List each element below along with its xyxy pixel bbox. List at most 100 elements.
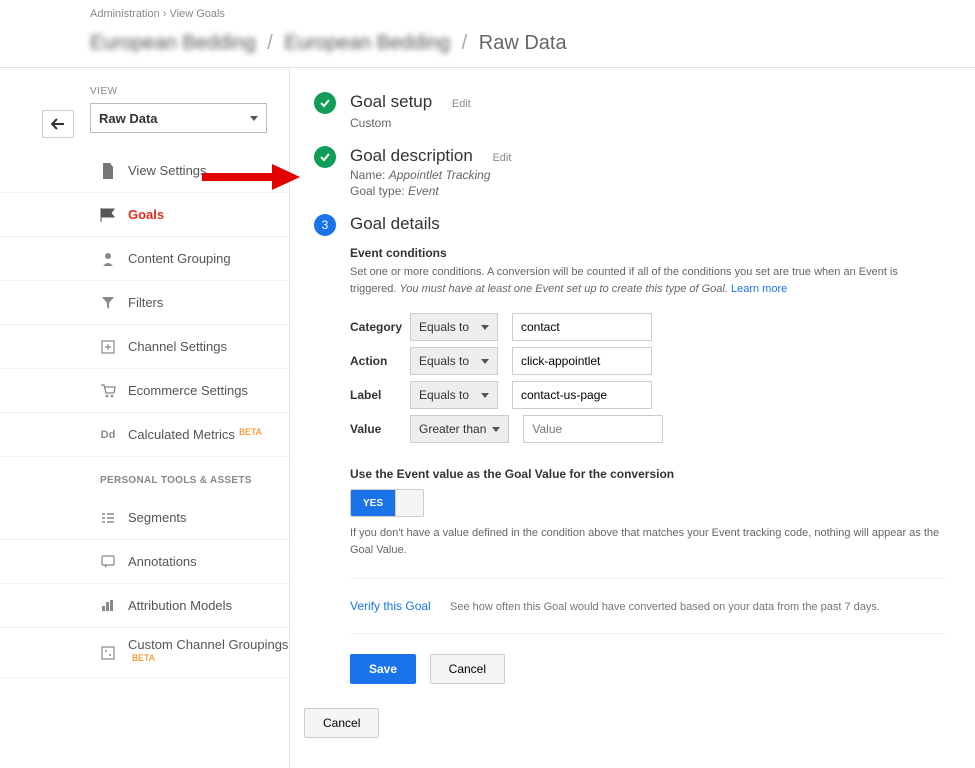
- sidebar-item-label: Filters: [128, 295, 163, 310]
- condition-value-input[interactable]: [512, 381, 652, 409]
- condition-label: Category: [350, 320, 410, 334]
- dd-icon: Dd: [100, 427, 116, 443]
- verify-section: Verify this Goal See how often this Goal…: [350, 599, 945, 613]
- condition-row-category: Category Equals to: [350, 313, 945, 341]
- channel-icon: [100, 339, 116, 355]
- breadcrumb: Administration › View Goals: [0, 0, 975, 28]
- toggle-yes-label: YES: [351, 490, 395, 516]
- sidebar-item-content-grouping[interactable]: Content Grouping: [0, 237, 289, 281]
- step-done-badge: [314, 92, 336, 114]
- person-icon: [100, 251, 116, 267]
- annotation-arrow-icon: [202, 162, 302, 192]
- outer-cancel-button[interactable]: Cancel: [304, 708, 379, 738]
- comment-icon: [100, 554, 116, 570]
- step-goal-details: 3 Goal details: [314, 214, 945, 236]
- caret-down-icon: [492, 427, 500, 432]
- sidebar-item-attribution-models[interactable]: Attribution Models: [0, 584, 289, 628]
- condition-value-input[interactable]: [512, 347, 652, 375]
- dropdown-value: Equals to: [419, 354, 469, 368]
- funnel-icon: [100, 295, 116, 311]
- caret-down-icon: [481, 359, 489, 364]
- use-event-value-toggle[interactable]: YES: [350, 489, 424, 517]
- flag-icon: [100, 207, 116, 223]
- learn-more-link[interactable]: Learn more: [731, 283, 787, 295]
- sidebar-item-label: Content Grouping: [128, 251, 231, 266]
- cancel-button[interactable]: Cancel: [430, 654, 505, 684]
- step-goal-setup: Goal setup Edit Custom: [314, 92, 945, 130]
- step-number-badge: 3: [314, 214, 336, 236]
- toggle-empty-side: [395, 490, 423, 516]
- condition-label: Action: [350, 354, 410, 368]
- sidebar-item-ecommerce-settings[interactable]: Ecommerce Settings: [0, 369, 289, 413]
- breadcrumb-view-goals[interactable]: View Goals: [170, 8, 225, 20]
- condition-operator-dropdown[interactable]: Equals to: [410, 313, 498, 341]
- goal-type-line: Goal type: Event: [350, 184, 511, 198]
- view-selector[interactable]: Raw Data: [90, 103, 267, 133]
- checkmark-icon: [318, 96, 332, 110]
- condition-label: Label: [350, 388, 410, 402]
- view-label: VIEW: [90, 86, 289, 97]
- step-title: Goal details: [350, 214, 440, 234]
- sidebar-item-filters[interactable]: Filters: [0, 281, 289, 325]
- condition-operator-dropdown[interactable]: Greater than: [410, 415, 509, 443]
- bars-icon: [100, 598, 116, 614]
- view-selector-value: Raw Data: [99, 111, 158, 126]
- page-path: European Bedding / European Bedding / Ra…: [0, 28, 975, 67]
- sidebar-item-label: Ecommerce Settings: [128, 383, 248, 398]
- sidebar-item-label: Attribution Models: [128, 598, 232, 613]
- divider: [350, 633, 945, 634]
- edit-link[interactable]: Edit: [492, 152, 511, 164]
- content-area: Goal setup Edit Custom Goal description …: [290, 68, 975, 768]
- edit-link[interactable]: Edit: [452, 98, 471, 110]
- sidebar-item-label: Custom Channel GroupingsBETA: [128, 637, 288, 668]
- condition-value-input[interactable]: [512, 313, 652, 341]
- condition-value-input[interactable]: [523, 415, 663, 443]
- sidebar-item-label: Calculated MetricsBETA: [128, 427, 262, 442]
- goal-name-line: Name: Appointlet Tracking: [350, 168, 511, 182]
- button-row: Save Cancel: [350, 654, 945, 684]
- path-account: European Bedding: [90, 32, 256, 55]
- step-goal-description: Goal description Edit Name: Appointlet T…: [314, 146, 945, 198]
- verify-text: See how often this Goal would have conve…: [450, 601, 880, 613]
- condition-row-label: Label Equals to: [350, 381, 945, 409]
- event-conditions-help: Set one or more conditions. A conversion…: [350, 264, 945, 297]
- use-event-value-section: Use the Event value as the Goal Value fo…: [350, 467, 945, 558]
- dropdown-value: Equals to: [419, 320, 469, 334]
- segments-icon: [100, 510, 116, 526]
- sidebar-section-personal: PERSONAL TOOLS & ASSETS: [0, 457, 289, 496]
- path-property: European Bedding: [284, 32, 450, 55]
- sidebar-item-goals[interactable]: Goals: [0, 193, 289, 237]
- condition-operator-dropdown[interactable]: Equals to: [410, 381, 498, 409]
- verify-goal-link[interactable]: Verify this Goal: [350, 599, 431, 613]
- sidebar-item-label: Goals: [128, 207, 164, 222]
- use-event-value-note: If you don't have a value defined in the…: [350, 525, 945, 558]
- caret-down-icon: [481, 325, 489, 330]
- breadcrumb-sep: ›: [163, 8, 167, 20]
- sidebar-item-channel-settings[interactable]: Channel Settings: [0, 325, 289, 369]
- dropdown-value: Equals to: [419, 388, 469, 402]
- step-title: Goal description: [350, 146, 473, 166]
- checkmark-icon: [318, 150, 332, 164]
- sidebar-item-label: Annotations: [128, 554, 197, 569]
- divider: [350, 578, 945, 579]
- sidebar-item-calculated-metrics[interactable]: Dd Calculated MetricsBETA: [0, 413, 289, 457]
- step-subtext: Custom: [350, 116, 471, 130]
- event-conditions-heading: Event conditions: [350, 246, 945, 260]
- condition-operator-dropdown[interactable]: Equals to: [410, 347, 498, 375]
- sidebar-item-segments[interactable]: Segments: [0, 496, 289, 540]
- condition-row-value: Value Greater than: [350, 415, 945, 443]
- sidebar-item-annotations[interactable]: Annotations: [0, 540, 289, 584]
- back-arrow-icon: [51, 118, 65, 130]
- cart-icon: [100, 383, 116, 399]
- sidebar-item-label: Segments: [128, 510, 187, 525]
- condition-row-action: Action Equals to: [350, 347, 945, 375]
- breadcrumb-admin[interactable]: Administration: [90, 8, 160, 20]
- grouping-icon: [100, 645, 116, 661]
- sidebar-item-label: Channel Settings: [128, 339, 227, 354]
- save-button[interactable]: Save: [350, 654, 416, 684]
- page-icon: [100, 163, 116, 179]
- sidebar-item-custom-channel-groupings[interactable]: Custom Channel GroupingsBETA: [0, 628, 289, 678]
- caret-down-icon: [250, 116, 258, 121]
- dropdown-value: Greater than: [419, 422, 486, 436]
- back-button[interactable]: [42, 110, 74, 138]
